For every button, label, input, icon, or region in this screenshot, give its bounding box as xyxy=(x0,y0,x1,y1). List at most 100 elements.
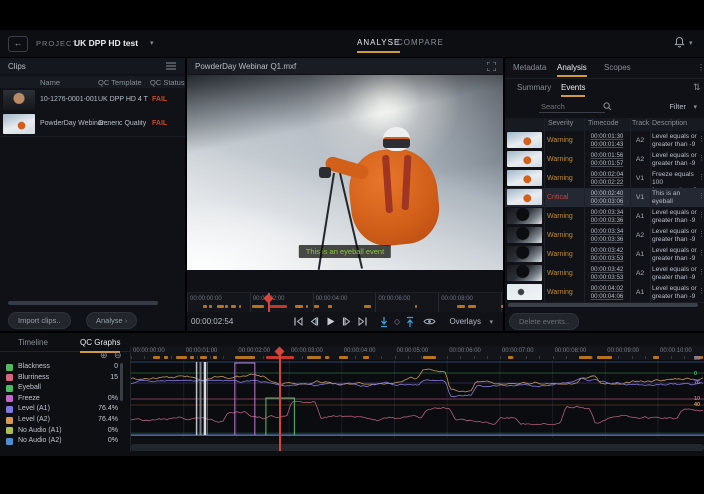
event-description: Level equals or greater than -9 xyxy=(652,227,697,243)
filter-button[interactable]: Filter xyxy=(669,102,686,111)
zoom-out-icon[interactable]: ⊖ xyxy=(114,350,122,361)
event-description: Level equals or greater than -9 xyxy=(652,284,697,300)
event-timecode[interactable]: 00:00:04:02 00:00:04:06 xyxy=(585,285,629,301)
graph-minor-tick xyxy=(473,356,475,359)
event-row[interactable]: Warning 00:00:02:04 00:00:02:22 V1 Freeze eq… xyxy=(505,169,704,194)
play-button[interactable] xyxy=(325,316,336,327)
event-row[interactable]: Warning 00:00:03:42 00:00:03:53 A1 Level equ… xyxy=(505,245,704,265)
event-kebab-icon[interactable]: ⋮ xyxy=(698,230,704,238)
event-description: Level equals or greater than -9 xyxy=(652,208,697,224)
step-forward-button[interactable] xyxy=(342,316,353,327)
event-timecode[interactable]: 00:00:03:34 00:00:03:36 xyxy=(585,209,629,225)
next-event-marker-icon[interactable] xyxy=(405,316,415,328)
event-severity: Warning xyxy=(547,288,573,296)
overlays-chevron-icon[interactable]: ▾ xyxy=(489,318,493,326)
go-to-end-button[interactable] xyxy=(357,316,368,327)
tab-analysis[interactable]: Analysis xyxy=(557,63,587,77)
clip-status-badge: FAIL xyxy=(152,96,168,103)
step-back-button[interactable] xyxy=(308,316,319,327)
tab-metadata[interactable]: Metadata xyxy=(513,63,546,75)
legend-scrollbar[interactable] xyxy=(120,363,123,401)
event-kebab-icon[interactable]: ⋮ xyxy=(698,287,704,295)
event-timecode[interactable]: 00:00:03:34 00:00:03:36 xyxy=(585,228,629,244)
tab-scopes[interactable]: Scopes xyxy=(604,63,631,75)
events-table-header: Severity Timecode Track Description xyxy=(505,118,704,132)
event-kebab-icon[interactable]: ⋮ xyxy=(698,135,704,143)
legend-item[interactable]: No Audio (A1) 0% xyxy=(6,426,118,437)
clip-row[interactable]: PowderDay Webinar .Generic Quality Te..F… xyxy=(0,112,185,137)
legend-item[interactable]: Blackness 0 xyxy=(6,362,118,373)
event-timecode[interactable]: 00:00:01:56 00:00:01:57 xyxy=(585,152,629,168)
event-mark xyxy=(209,305,212,308)
event-severity: Warning xyxy=(547,136,573,144)
analyse-button[interactable]: Analyse › xyxy=(86,312,138,329)
legend-item[interactable]: No Audio (A2) 0% xyxy=(6,436,118,447)
clip-row[interactable]: 10-1276-0001-001UK DPP HD 4 Track.. FAIL xyxy=(0,88,185,113)
event-row[interactable]: Critical 00:00:02:40 00:00:03:06 V1 This is … xyxy=(505,188,704,213)
filter-chevron-icon[interactable]: ▾ xyxy=(693,103,697,111)
graph-playhead[interactable] xyxy=(279,352,281,451)
overlays-button[interactable]: Overlays xyxy=(449,317,481,326)
clips-menu-icon[interactable] xyxy=(166,62,176,70)
subtab-events[interactable]: Events xyxy=(561,83,586,97)
graph-minor-tick xyxy=(196,356,198,359)
event-row[interactable]: Warning 00:00:03:34 00:00:03:36 A2 Level equ… xyxy=(505,226,704,246)
graph-event-mark xyxy=(652,356,660,359)
event-timecode[interactable]: 00:00:03:42 00:00:03:53 xyxy=(585,266,629,282)
event-row[interactable]: Warning 00:00:01:30 00:00:01:43 A2 Level equ… xyxy=(505,131,704,151)
zoom-in-icon[interactable]: ⊕ xyxy=(100,350,108,361)
event-kebab-icon[interactable]: ⋮ xyxy=(698,268,704,276)
bell-icon[interactable] xyxy=(674,36,685,48)
ruler-label: 00:00:00:00 xyxy=(190,296,222,302)
eye-icon[interactable] xyxy=(423,317,436,326)
legend-item[interactable]: Level (A2) 76.4% xyxy=(6,415,118,426)
event-kebab-icon[interactable]: ⋮ xyxy=(698,249,704,257)
tab-compare[interactable]: COMPARE xyxy=(397,38,444,51)
event-track: A2 xyxy=(635,136,645,144)
delete-events-button[interactable]: Delete events.. xyxy=(509,313,580,330)
graph-scroll-strip[interactable] xyxy=(131,444,704,451)
event-kebab-icon[interactable]: ⋮ xyxy=(698,211,704,219)
previous-event-marker-icon[interactable] xyxy=(379,316,389,328)
import-clips-button[interactable]: Import clips.. xyxy=(8,312,71,329)
graph-axis-value: 99 xyxy=(694,356,701,362)
project-chevron-icon[interactable]: ▾ xyxy=(150,39,154,47)
fullscreen-icon[interactable] xyxy=(487,62,496,71)
subtab-summary[interactable]: Summary xyxy=(517,83,551,95)
bell-chevron-icon[interactable]: ▾ xyxy=(689,39,693,47)
event-row[interactable]: Warning 00:00:03:42 00:00:03:53 A2 Level equ… xyxy=(505,264,704,284)
events-horizontal-scrollbar[interactable] xyxy=(508,303,698,307)
event-overlay-label: This is an eyeball event xyxy=(298,245,392,258)
legend-item[interactable]: Level (A1) 76.4% xyxy=(6,404,118,415)
event-mark xyxy=(467,305,477,308)
tab-timeline[interactable]: Timeline xyxy=(18,338,48,351)
project-name[interactable]: UK DPP HD test xyxy=(74,38,138,48)
event-timecode[interactable]: 00:00:01:30 00:00:01:43 xyxy=(585,133,629,149)
event-timecode[interactable]: 00:00:02:40 00:00:03:06 xyxy=(585,190,629,206)
tab-analyse[interactable]: ANALYSE xyxy=(357,38,401,53)
event-kebab-icon[interactable]: ⋮ xyxy=(698,154,704,162)
analyse-chevron-icon: › xyxy=(124,316,128,325)
event-timecode[interactable]: 00:00:03:42 00:00:03:53 xyxy=(585,247,629,263)
inspector-kebab-icon[interactable]: ⋮ xyxy=(697,63,704,72)
legend-item[interactable]: Eyeball xyxy=(6,383,118,394)
event-timecode[interactable]: 00:00:02:04 00:00:02:22 xyxy=(585,171,629,187)
back-button[interactable]: ← xyxy=(8,36,28,52)
video-frame[interactable]: This is an eyeball event xyxy=(187,75,503,270)
go-to-start-button[interactable] xyxy=(293,316,304,327)
refresh-icon[interactable]: ⇅ xyxy=(693,82,701,93)
legend-item[interactable]: Blurriness 15 xyxy=(6,373,118,384)
graph-event-mark xyxy=(307,356,321,359)
legend-item[interactable]: Freeze 0% xyxy=(6,394,118,405)
legend-value: 0% xyxy=(107,437,118,445)
event-row[interactable]: Warning 00:00:01:56 00:00:01:57 A2 Level equ… xyxy=(505,150,704,170)
viewer-title-bar: PowderDay Webinar Q1.mxf xyxy=(187,58,503,74)
video-timeline-ruler[interactable]: 00:00:00:0000:00:02:0000:00:04:0000:00:0… xyxy=(187,292,503,312)
ruler-tick xyxy=(249,293,251,312)
event-kebab-icon[interactable]: ⋮ xyxy=(698,192,704,200)
event-kebab-icon[interactable]: ⋮ xyxy=(698,173,704,181)
event-row[interactable]: Warning 00:00:03:34 00:00:03:36 A1 Level equ… xyxy=(505,207,704,227)
search-input[interactable] xyxy=(539,101,605,113)
clips-horizontal-scrollbar[interactable] xyxy=(8,301,158,305)
event-row[interactable]: Warning 00:00:04:02 00:00:04:06 A1 Level equ… xyxy=(505,283,704,303)
